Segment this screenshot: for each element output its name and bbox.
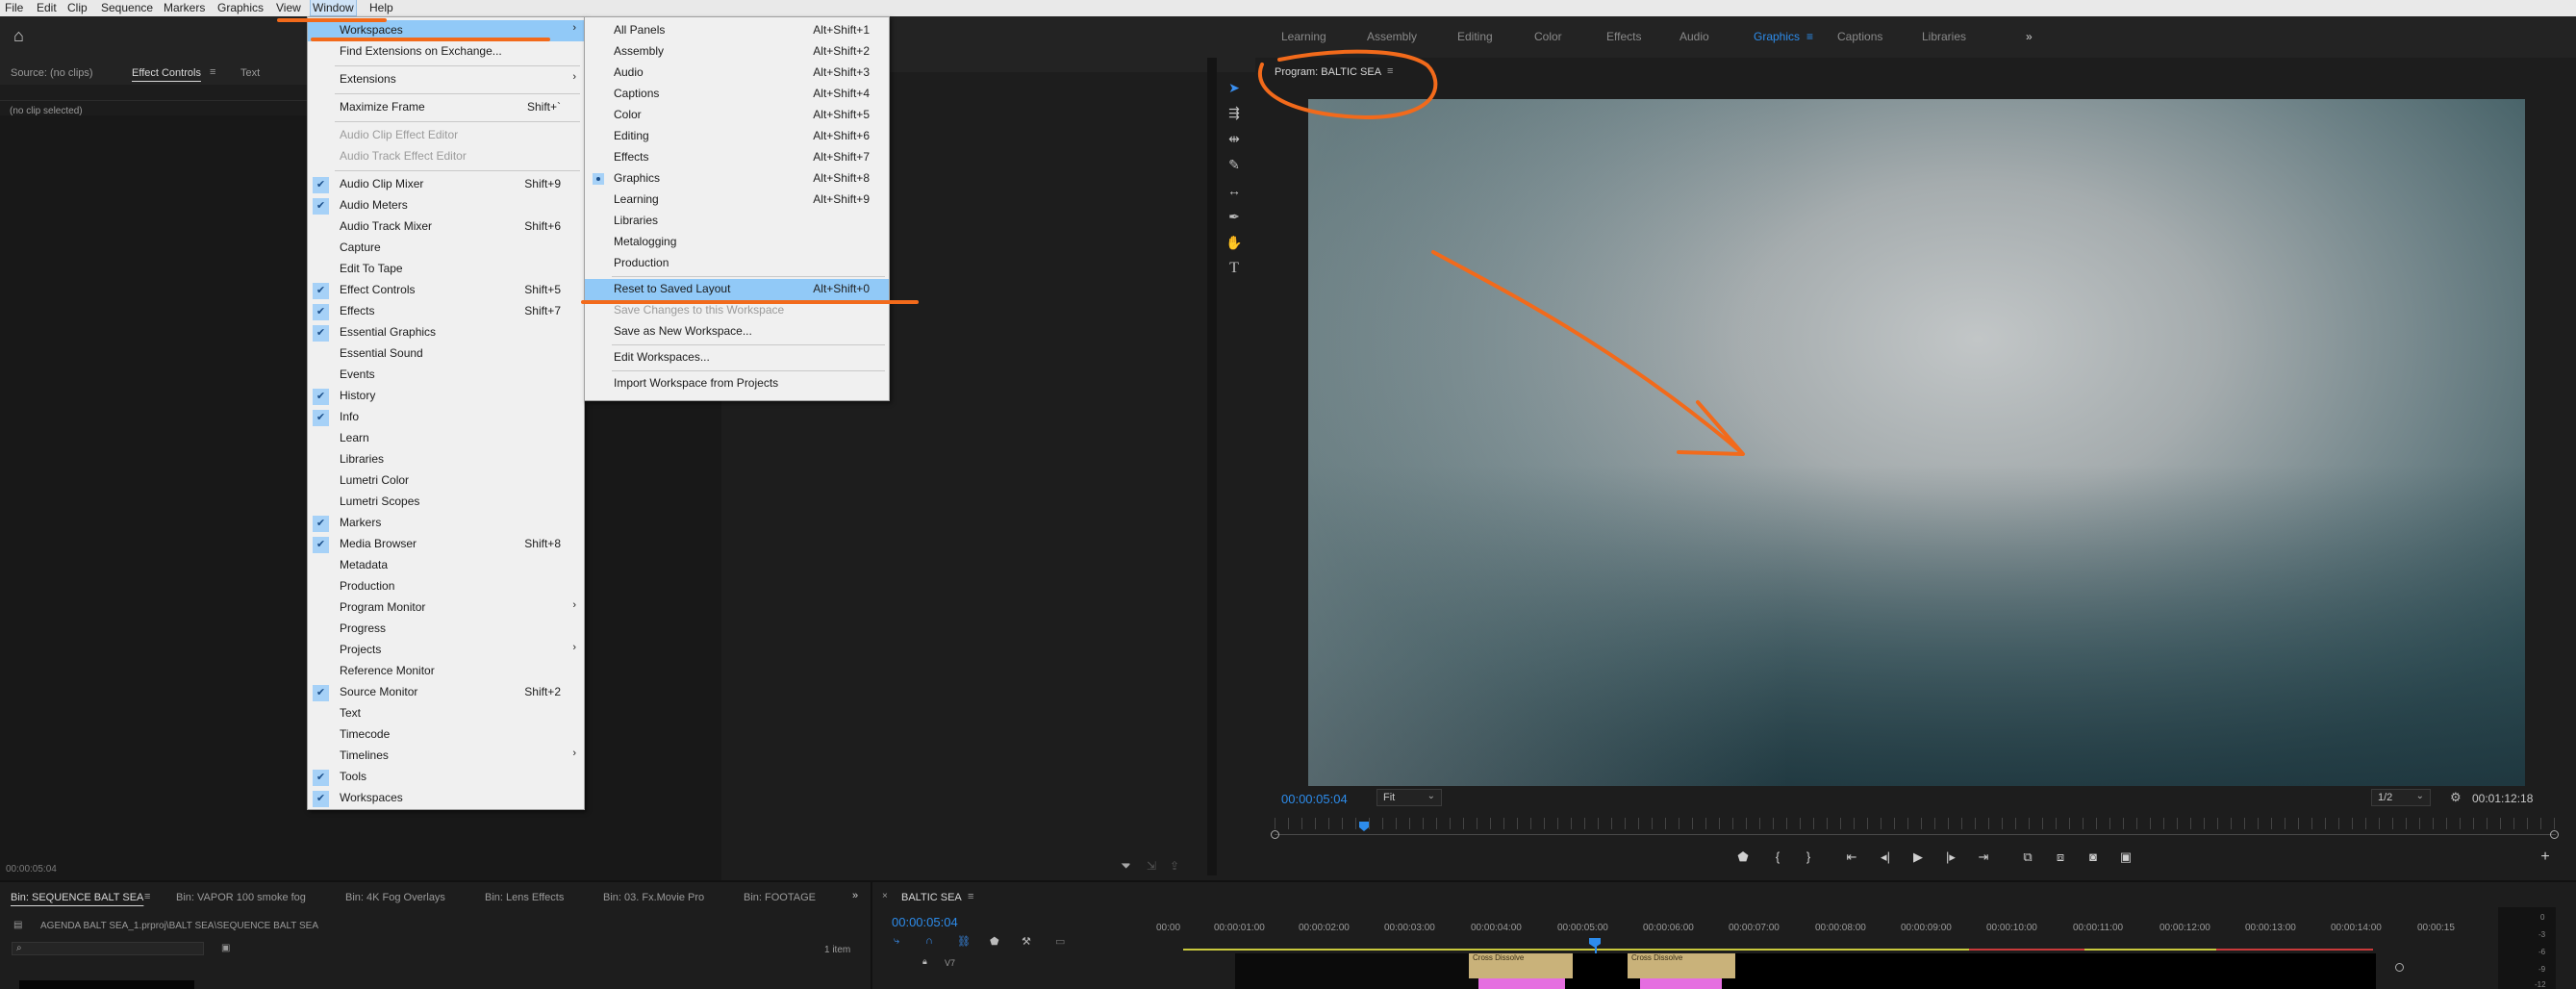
annotation-overlay — [277, 18, 1745, 456]
annotation-arrow — [1431, 250, 1743, 454]
annotation-circle-program — [1258, 49, 1438, 120]
